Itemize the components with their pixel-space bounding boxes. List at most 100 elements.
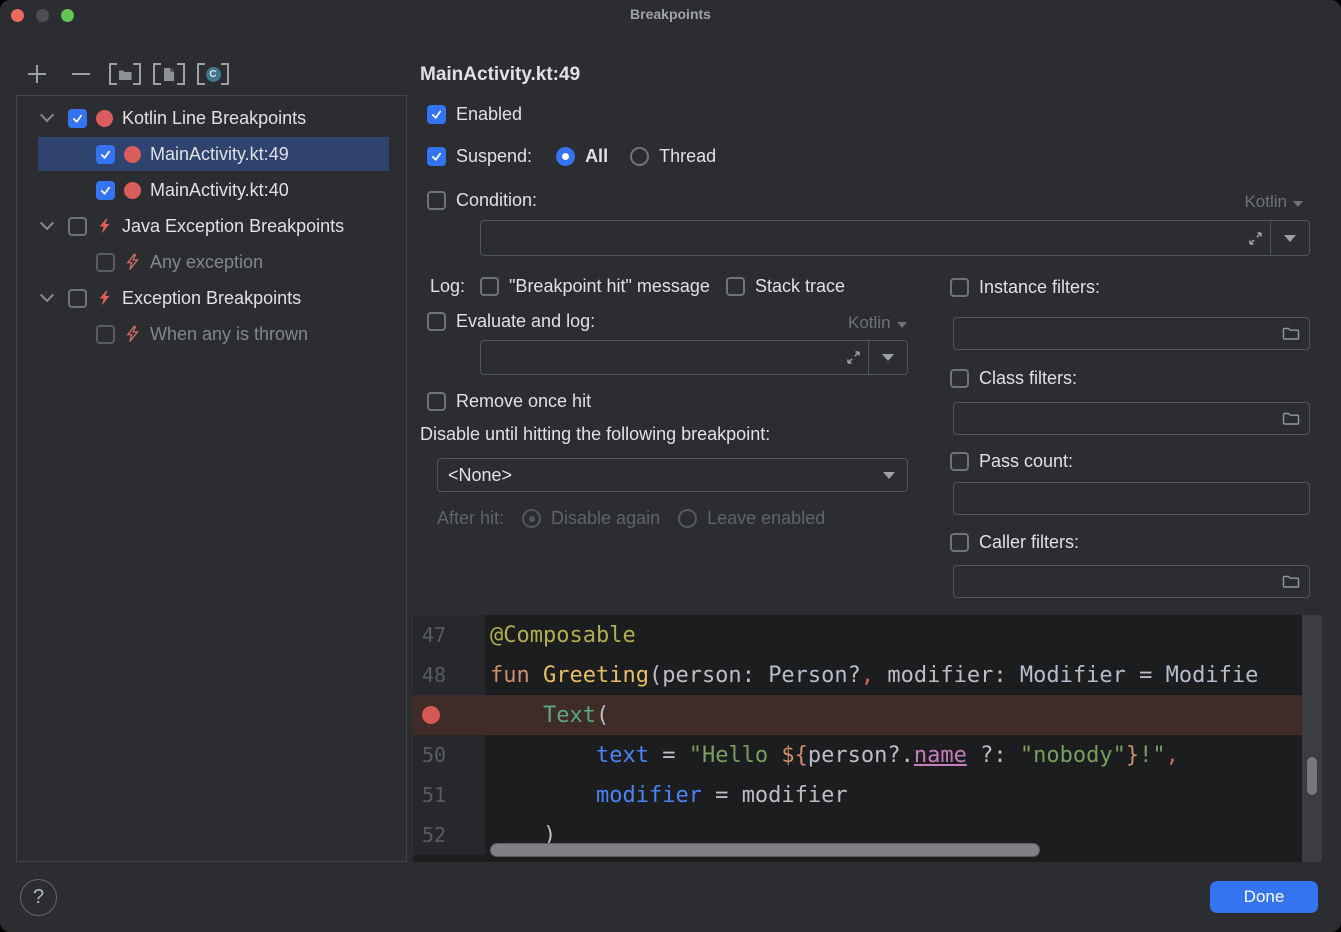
tree-item-label: MainActivity.kt:40 — [150, 180, 289, 201]
group-by-file-icon — [153, 63, 185, 85]
horizontal-scrollbar-thumb[interactable] — [490, 843, 1040, 857]
expand-editor-button[interactable] — [838, 349, 868, 366]
suspend-all-radio[interactable] — [556, 147, 575, 166]
expand-editor-button[interactable] — [1240, 230, 1270, 247]
dropdown-arrow-icon — [883, 472, 895, 479]
after-hit-disable-radio[interactable] — [522, 509, 541, 528]
caller-filters-input[interactable] — [954, 566, 1273, 597]
log-message-checkbox[interactable] — [480, 277, 499, 296]
group-by-class-button[interactable]: C — [200, 61, 226, 87]
log-message-label: "Breakpoint hit" message — [509, 276, 710, 297]
pass-count-checkbox[interactable] — [950, 452, 969, 471]
check-icon — [430, 108, 443, 121]
code-text: @Composable — [485, 623, 636, 648]
instance-filters-input[interactable] — [954, 318, 1273, 349]
evaluate-history-button[interactable] — [869, 341, 907, 374]
chevron-down-icon[interactable] — [39, 218, 55, 234]
browse-caller-filters-button[interactable] — [1273, 574, 1309, 589]
remove-breakpoint-button[interactable] — [68, 61, 94, 87]
done-button[interactable]: Done — [1210, 881, 1318, 913]
instance-filters-field — [953, 317, 1310, 350]
code-line-50: 50 text = "Hello ${person?.name ?: "nobo… — [413, 735, 1302, 775]
tree-item-checkbox[interactable] — [96, 145, 115, 164]
condition-history-button[interactable] — [1271, 221, 1309, 255]
condition-input[interactable] — [481, 221, 1240, 255]
condition-language-label: Kotlin — [1244, 192, 1287, 212]
suspend-all-label: All — [585, 146, 608, 167]
plus-icon — [27, 64, 47, 84]
browse-class-filters-button[interactable] — [1273, 411, 1309, 426]
check-icon — [99, 184, 112, 197]
evaluate-language-selector[interactable]: Kotlin — [848, 313, 907, 333]
tree-item-checkbox[interactable] — [68, 289, 87, 308]
evaluate-row: Evaluate and log: — [427, 311, 595, 332]
exception-breakpoint-icon — [96, 289, 113, 307]
suspend-label: Suspend: — [456, 146, 532, 167]
instance-filters-label: Instance filters: — [979, 277, 1100, 298]
suspend-checkbox[interactable] — [427, 147, 446, 166]
exception-breakpoint-icon — [124, 325, 141, 343]
code-text: modifier = modifier — [485, 783, 848, 808]
tree-item-label: When any is thrown — [150, 324, 308, 345]
dropdown-arrow-icon — [882, 354, 894, 361]
gutter-breakpoint — [413, 695, 485, 735]
tree-item-label: MainActivity.kt:49 — [150, 144, 289, 165]
pass-count-input[interactable] — [954, 483, 1309, 514]
folder-icon — [1282, 326, 1300, 341]
suspend-thread-radio[interactable] — [630, 147, 649, 166]
chevron-down-icon — [1293, 201, 1303, 207]
tree-item-java-exception-breakpoints[interactable]: Java Exception Breakpoints — [17, 208, 406, 244]
class-filters-label: Class filters: — [979, 368, 1077, 389]
add-breakpoint-button[interactable] — [24, 61, 50, 87]
disable-until-label: Disable until hitting the following brea… — [420, 424, 770, 445]
evaluate-language-label: Kotlin — [848, 313, 891, 333]
condition-label: Condition: — [456, 190, 537, 211]
caller-filters-checkbox[interactable] — [950, 533, 969, 552]
file-icon — [163, 67, 175, 82]
group-by-package-button[interactable] — [112, 61, 138, 87]
evaluate-checkbox[interactable] — [427, 312, 446, 331]
tree-item-checkbox[interactable] — [96, 253, 115, 272]
log-row: Log: "Breakpoint hit" message Stack trac… — [430, 276, 845, 297]
vertical-scrollbar-thumb[interactable] — [1307, 757, 1317, 795]
code-text: fun Greeting(person: Person?, modifier: … — [485, 663, 1258, 688]
expand-icon — [845, 349, 862, 366]
instance-filters-checkbox[interactable] — [950, 278, 969, 297]
tree-item-when-any-is-thrown[interactable]: When any is thrown — [17, 316, 406, 352]
enabled-checkbox[interactable] — [427, 105, 446, 124]
tree-item-checkbox[interactable] — [96, 325, 115, 344]
evaluate-input[interactable] — [481, 341, 838, 374]
remove-once-checkbox[interactable] — [427, 392, 446, 411]
help-button[interactable]: ? — [20, 879, 57, 916]
folder-icon — [1282, 574, 1300, 589]
code-text: Text( — [485, 703, 609, 728]
class-filters-checkbox[interactable] — [950, 369, 969, 388]
class-filters-input[interactable] — [954, 403, 1273, 434]
done-label: Done — [1244, 887, 1285, 907]
chevron-down-icon[interactable] — [39, 110, 55, 126]
browse-instance-filters-button[interactable] — [1273, 326, 1309, 341]
instance-filters-row: Instance filters: — [950, 277, 1100, 298]
condition-language-selector[interactable]: Kotlin — [1244, 192, 1303, 212]
question-mark-icon: ? — [33, 886, 44, 909]
tree-item-checkbox[interactable] — [68, 217, 87, 236]
log-stack-checkbox[interactable] — [726, 277, 745, 296]
vertical-scrollbar[interactable] — [1302, 615, 1322, 862]
tree-item-checkbox[interactable] — [68, 109, 87, 128]
tree-item-mainactivity-kt-40[interactable]: MainActivity.kt:40 — [17, 172, 406, 208]
line-breakpoint-icon — [124, 146, 141, 163]
caller-filters-field — [953, 565, 1310, 598]
minus-icon — [71, 64, 91, 84]
condition-checkbox[interactable] — [427, 191, 446, 210]
tree-item-any-exception[interactable]: Any exception — [17, 244, 406, 280]
code-preview: 47@Composable48fun Greeting(person: Pers… — [413, 615, 1322, 862]
disable-until-combobox[interactable]: <None> — [437, 458, 908, 492]
code-line-48: 48fun Greeting(person: Person?, modifier… — [413, 655, 1302, 695]
tree-item-exception-breakpoints[interactable]: Exception Breakpoints — [17, 280, 406, 316]
group-by-file-button[interactable] — [156, 61, 182, 87]
tree-item-checkbox[interactable] — [96, 181, 115, 200]
chevron-down-icon[interactable] — [39, 290, 55, 306]
tree-item-kotlin-line-breakpoints[interactable]: Kotlin Line Breakpoints — [17, 100, 406, 136]
tree-item-mainactivity-kt-49[interactable]: MainActivity.kt:49 — [17, 136, 406, 172]
after-hit-leave-radio[interactable] — [678, 509, 697, 528]
